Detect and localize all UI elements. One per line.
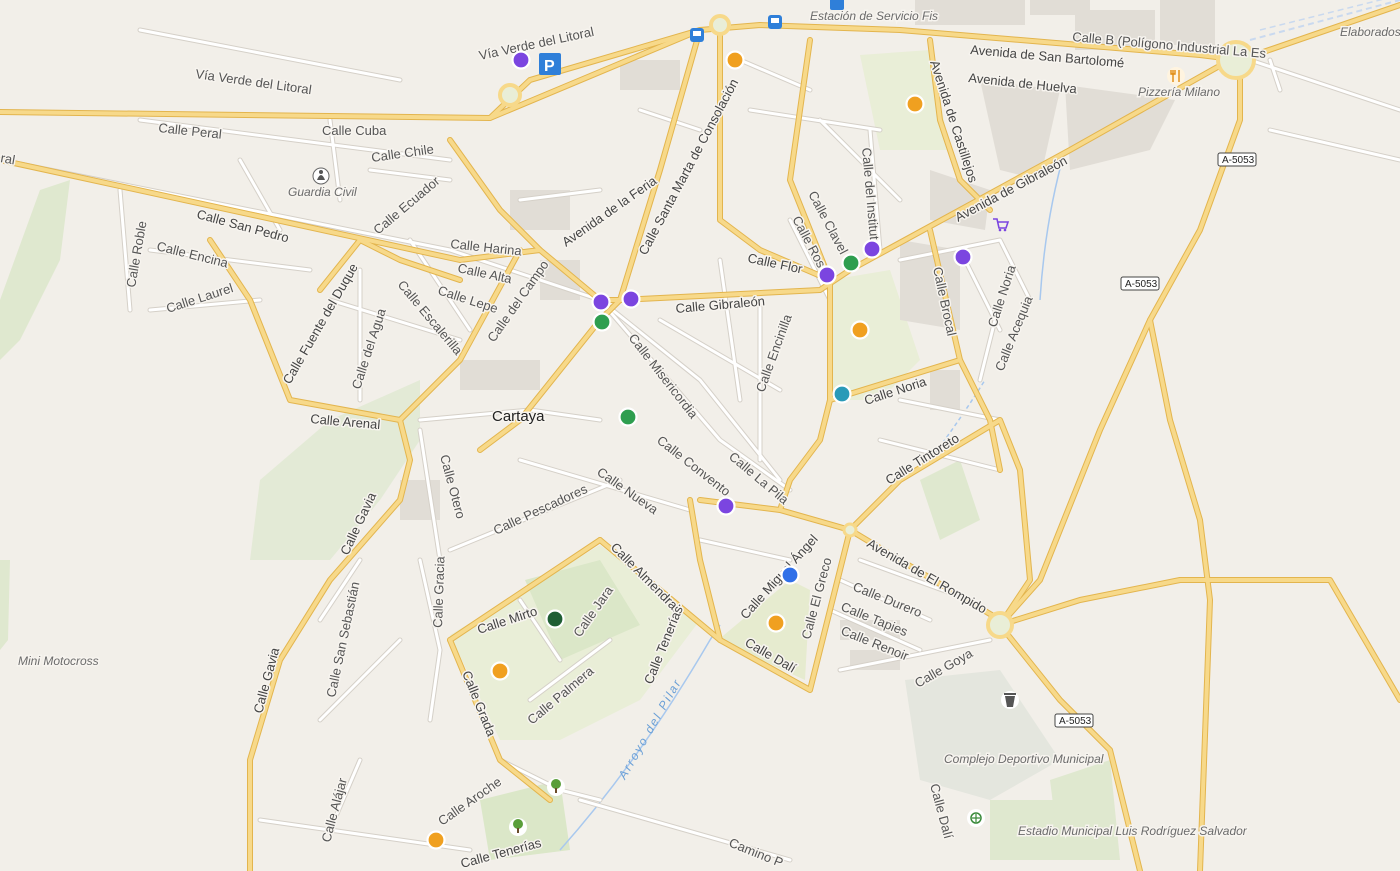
map-marker-orange[interactable] bbox=[766, 613, 786, 633]
map-marker-purple[interactable] bbox=[716, 496, 736, 516]
map-marker-purple[interactable] bbox=[862, 239, 882, 259]
map-marker-orange[interactable] bbox=[905, 94, 925, 114]
poi-label: Complejo Deportivo Municipal bbox=[944, 752, 1104, 766]
poi-label: Guardia Civil bbox=[288, 185, 357, 199]
parking-icon[interactable]: P bbox=[539, 53, 561, 75]
map-marker-orange[interactable] bbox=[725, 50, 745, 70]
map-marker-green[interactable] bbox=[618, 407, 638, 427]
poi-label: Estadio Municipal Luis Rodríguez Salvado… bbox=[1018, 824, 1248, 838]
street-label: Calle Gracia bbox=[430, 555, 448, 628]
sports-icon[interactable] bbox=[967, 809, 985, 827]
place-label: Cartaya bbox=[492, 408, 545, 425]
map-marker-darkgreen[interactable] bbox=[545, 609, 565, 629]
street-label: Calle Cuba bbox=[322, 123, 387, 138]
bus-stop-icon[interactable] bbox=[768, 15, 782, 29]
map-marker-purple[interactable] bbox=[621, 289, 641, 309]
map-marker-purple[interactable] bbox=[511, 50, 531, 70]
map-marker-purple[interactable] bbox=[953, 247, 973, 267]
poi-label: Mini Motocross bbox=[18, 654, 99, 668]
svg-text:P: P bbox=[544, 58, 555, 75]
bus-stop-icon[interactable] bbox=[690, 28, 704, 42]
map-marker-green[interactable] bbox=[592, 312, 612, 332]
map-marker-teal[interactable] bbox=[832, 384, 852, 404]
poi-label: Estación de Servicio Fis bbox=[810, 9, 938, 23]
street-label: ral bbox=[0, 150, 16, 167]
map-marker-orange[interactable] bbox=[490, 661, 510, 681]
map-marker-green[interactable] bbox=[841, 253, 861, 273]
road-shield: A-5053 bbox=[1054, 713, 1094, 728]
poi-label: Elaborados bbox=[1340, 25, 1400, 39]
road-shield: A-5053 bbox=[1217, 152, 1257, 167]
road-shield: A-5053 bbox=[1120, 276, 1160, 291]
waste-icon[interactable] bbox=[1001, 691, 1019, 709]
fuel-icon[interactable] bbox=[830, 0, 844, 10]
map-marker-blue[interactable] bbox=[780, 565, 800, 585]
tree-icon[interactable] bbox=[509, 818, 527, 836]
svg-text:A-5053: A-5053 bbox=[1125, 279, 1158, 290]
map-canvas[interactable]: Vía Verde del Litoral Vía Verde del Lito… bbox=[0, 0, 1400, 871]
tree-icon[interactable] bbox=[547, 778, 565, 796]
map-marker-orange[interactable] bbox=[850, 320, 870, 340]
map-marker-purple[interactable] bbox=[591, 292, 611, 312]
svg-text:A-5053: A-5053 bbox=[1222, 155, 1255, 166]
poi-label: Pizzería Milano bbox=[1138, 85, 1220, 99]
police-icon[interactable] bbox=[312, 167, 330, 185]
svg-text:A-5053: A-5053 bbox=[1059, 716, 1092, 727]
map-marker-purple[interactable] bbox=[817, 265, 837, 285]
restaurant-icon[interactable] bbox=[1167, 67, 1185, 85]
map-marker-orange[interactable] bbox=[426, 830, 446, 850]
